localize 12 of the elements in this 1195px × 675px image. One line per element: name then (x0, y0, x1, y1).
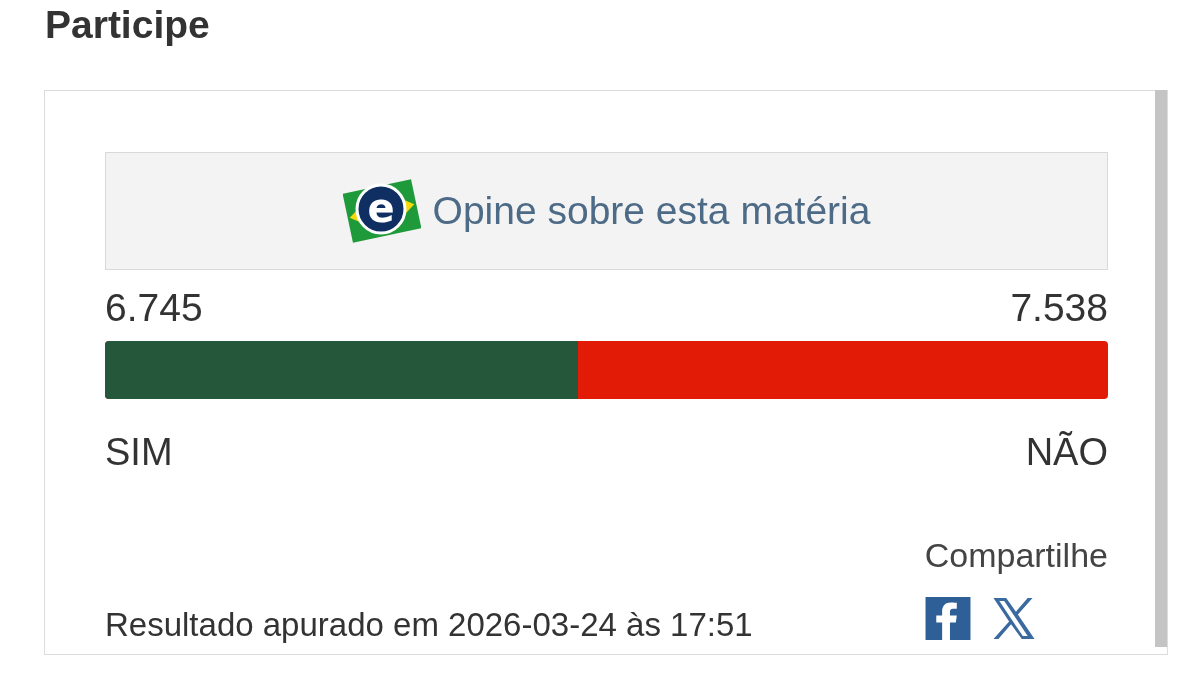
share-label: Compartilhe (924, 535, 1108, 575)
facebook-icon (924, 597, 971, 640)
opine-button[interactable]: e Opine sobre esta matéria (105, 152, 1108, 270)
option-label: SIM (105, 430, 173, 474)
vote-count: 7.538 (1010, 286, 1108, 330)
result-timestamp: Resultado apurado em 2026-03-24 às 17:51 (105, 605, 753, 645)
vote-count: 6.745 (105, 286, 203, 330)
option-label: NÃO (1025, 430, 1108, 474)
section-heading: Participe (45, 3, 210, 47)
flag-badge-icon: e (342, 176, 421, 246)
facebook-share-link[interactable] (924, 597, 971, 640)
scrollbar[interactable] (1155, 90, 1167, 647)
